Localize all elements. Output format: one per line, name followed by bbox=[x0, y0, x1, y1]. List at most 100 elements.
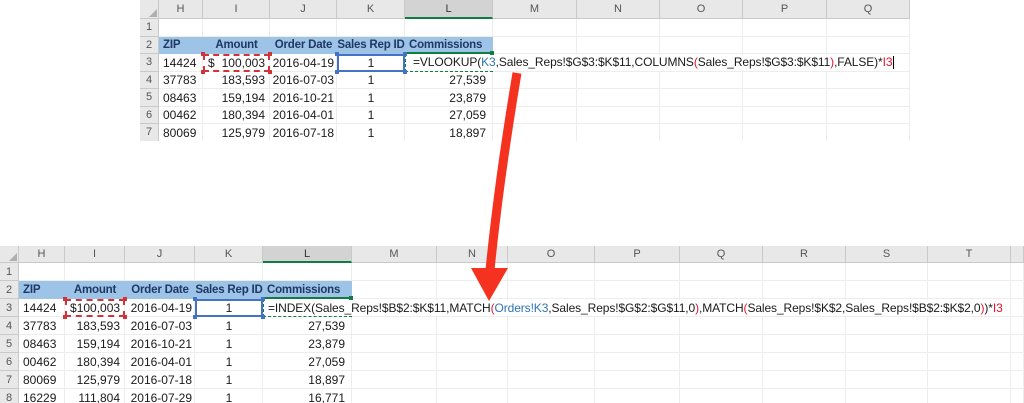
cell-J5[interactable]: 2016-10-21 bbox=[270, 89, 337, 107]
table-header-cell[interactable]: Commissions bbox=[405, 37, 493, 55]
column-header-H[interactable]: H bbox=[19, 246, 65, 263]
cell-H4[interactable]: 37783 bbox=[159, 72, 203, 90]
column-header-I[interactable]: I bbox=[65, 246, 125, 263]
column-header-L[interactable]: L bbox=[263, 246, 352, 263]
column-header-H[interactable]: H bbox=[159, 0, 203, 19]
column-header-M[interactable]: M bbox=[352, 246, 437, 263]
cell-H7[interactable]: 80069 bbox=[159, 124, 203, 141]
cell-I6[interactable]: 180,394 bbox=[65, 353, 125, 371]
cell-K7[interactable]: 1 bbox=[337, 124, 405, 141]
cell-H3[interactable]: 14424 bbox=[19, 299, 65, 317]
column-header-M[interactable]: M bbox=[493, 0, 577, 19]
cell-H6[interactable]: 00462 bbox=[159, 107, 203, 125]
table-header-cell[interactable]: ZIP bbox=[19, 281, 65, 299]
cell-J3[interactable]: 2016-04-19 bbox=[125, 299, 195, 317]
table-header-cell[interactable]: Sales Rep ID bbox=[195, 281, 263, 299]
cell-L7[interactable]: 18,897 bbox=[405, 124, 493, 141]
cell-K6[interactable]: 1 bbox=[195, 353, 263, 371]
column-header-J[interactable]: J bbox=[125, 246, 195, 263]
cell-I3[interactable]: $100,003 bbox=[65, 299, 125, 317]
row-header-5[interactable]: 5 bbox=[140, 89, 159, 107]
row-header-8[interactable]: 8 bbox=[0, 389, 19, 403]
cell-J8[interactable]: 2016-07-29 bbox=[125, 389, 195, 403]
cell-I5[interactable]: 159,194 bbox=[203, 89, 270, 107]
cell-H3[interactable]: 14424 bbox=[159, 54, 203, 72]
formula-editing-cell[interactable]: =VLOOKUP(K3 ,Sales_Reps!$G$3:$K$11,COLUMN… bbox=[406, 55, 895, 71]
cell-J6[interactable]: 2016-04-01 bbox=[270, 107, 337, 125]
column-header-partial[interactable] bbox=[1011, 246, 1024, 263]
cell-L8[interactable]: 16,771 bbox=[263, 389, 352, 403]
column-header-O[interactable]: O bbox=[660, 0, 743, 19]
select-all-corner[interactable] bbox=[0, 246, 19, 263]
cell-J3[interactable]: 2016-04-19 bbox=[270, 54, 337, 72]
row-header-3[interactable]: 3 bbox=[0, 299, 19, 317]
cell-J4[interactable]: 2016-07-03 bbox=[270, 72, 337, 90]
cell-K8[interactable]: 1 bbox=[195, 389, 263, 403]
column-header-R[interactable]: R bbox=[763, 246, 846, 263]
row-header-2[interactable]: 2 bbox=[140, 36, 159, 54]
column-header-S[interactable]: S bbox=[846, 246, 928, 263]
cell-K3[interactable]: 1 bbox=[337, 54, 405, 72]
cell-I4[interactable]: 183,593 bbox=[65, 317, 125, 335]
column-header-T[interactable]: T bbox=[928, 246, 1011, 263]
cell-L4[interactable]: 27,539 bbox=[405, 72, 493, 90]
cell-L6[interactable]: 27,059 bbox=[405, 107, 493, 125]
row-header-1[interactable]: 1 bbox=[140, 19, 159, 37]
row-header-6[interactable]: 6 bbox=[0, 353, 19, 371]
cell-I3[interactable]: $100,003 bbox=[203, 54, 270, 72]
row-header-4[interactable]: 4 bbox=[0, 317, 19, 335]
cell-L5[interactable]: 23,879 bbox=[405, 89, 493, 107]
cell-I7[interactable]: 125,979 bbox=[65, 371, 125, 389]
table-header-cell[interactable]: Amount bbox=[65, 281, 125, 299]
column-header-J[interactable]: J bbox=[270, 0, 337, 19]
cell-L6[interactable]: 27,059 bbox=[263, 353, 352, 371]
cell-H8[interactable]: 16229 bbox=[19, 389, 65, 403]
table-header-cell[interactable]: Order Date bbox=[125, 281, 195, 299]
row-header-6[interactable]: 6 bbox=[140, 106, 159, 124]
table-header-cell[interactable]: ZIP bbox=[159, 37, 203, 55]
cell-H4[interactable]: 37783 bbox=[19, 317, 65, 335]
cell-K4[interactable]: 1 bbox=[337, 72, 405, 90]
cell-J5[interactable]: 2016-10-21 bbox=[125, 335, 195, 353]
column-header-P[interactable]: P bbox=[595, 246, 680, 263]
column-header-K[interactable]: K bbox=[337, 0, 405, 19]
cell-I5[interactable]: 159,194 bbox=[65, 335, 125, 353]
row-header-7[interactable]: 7 bbox=[140, 124, 159, 141]
formula-editing-cell[interactable]: =INDEX(Sales_Reps!$B$2:$K$11,MATCH(Order… bbox=[264, 300, 1003, 316]
cell-J7[interactable]: 2016-07-18 bbox=[270, 124, 337, 141]
column-header-Q[interactable]: Q bbox=[827, 0, 910, 19]
cell-H7[interactable]: 80069 bbox=[19, 371, 65, 389]
cell-I7[interactable]: 125,979 bbox=[203, 124, 270, 141]
row-header-1[interactable]: 1 bbox=[0, 263, 19, 281]
cell-K6[interactable]: 1 bbox=[337, 107, 405, 125]
cell-L5[interactable]: 23,879 bbox=[263, 335, 352, 353]
cell-L4[interactable]: 27,539 bbox=[263, 317, 352, 335]
column-header-N[interactable]: N bbox=[437, 246, 508, 263]
cell-H6[interactable]: 00462 bbox=[19, 353, 65, 371]
column-header-P[interactable]: P bbox=[743, 0, 827, 19]
table-header-cell[interactable]: Amount bbox=[203, 37, 270, 55]
row-header-2[interactable]: 2 bbox=[0, 281, 19, 299]
select-all-corner[interactable] bbox=[140, 0, 159, 19]
cell-L7[interactable]: 18,897 bbox=[263, 371, 352, 389]
cell-K4[interactable]: 1 bbox=[195, 317, 263, 335]
column-header-O[interactable]: O bbox=[508, 246, 595, 263]
table-header-cell[interactable]: Order Date bbox=[270, 37, 337, 55]
cell-K5[interactable]: 1 bbox=[337, 89, 405, 107]
cell-J6[interactable]: 2016-04-01 bbox=[125, 353, 195, 371]
row-header-5[interactable]: 5 bbox=[0, 335, 19, 353]
cell-I4[interactable]: 183,593 bbox=[203, 72, 270, 90]
cell-J7[interactable]: 2016-07-18 bbox=[125, 371, 195, 389]
cell-K5[interactable]: 1 bbox=[195, 335, 263, 353]
cell-H5[interactable]: 08463 bbox=[19, 335, 65, 353]
table-header-cell[interactable]: Sales Rep ID bbox=[337, 37, 405, 55]
column-header-I[interactable]: I bbox=[203, 0, 270, 19]
row-header-3[interactable]: 3 bbox=[140, 54, 159, 72]
column-header-Q[interactable]: Q bbox=[680, 246, 763, 263]
row-header-7[interactable]: 7 bbox=[0, 371, 19, 389]
cell-K7[interactable]: 1 bbox=[195, 371, 263, 389]
table-header-cell[interactable]: Commissions bbox=[263, 281, 352, 299]
cell-H5[interactable]: 08463 bbox=[159, 89, 203, 107]
row-header-4[interactable]: 4 bbox=[140, 71, 159, 89]
column-header-L[interactable]: L bbox=[405, 0, 493, 19]
